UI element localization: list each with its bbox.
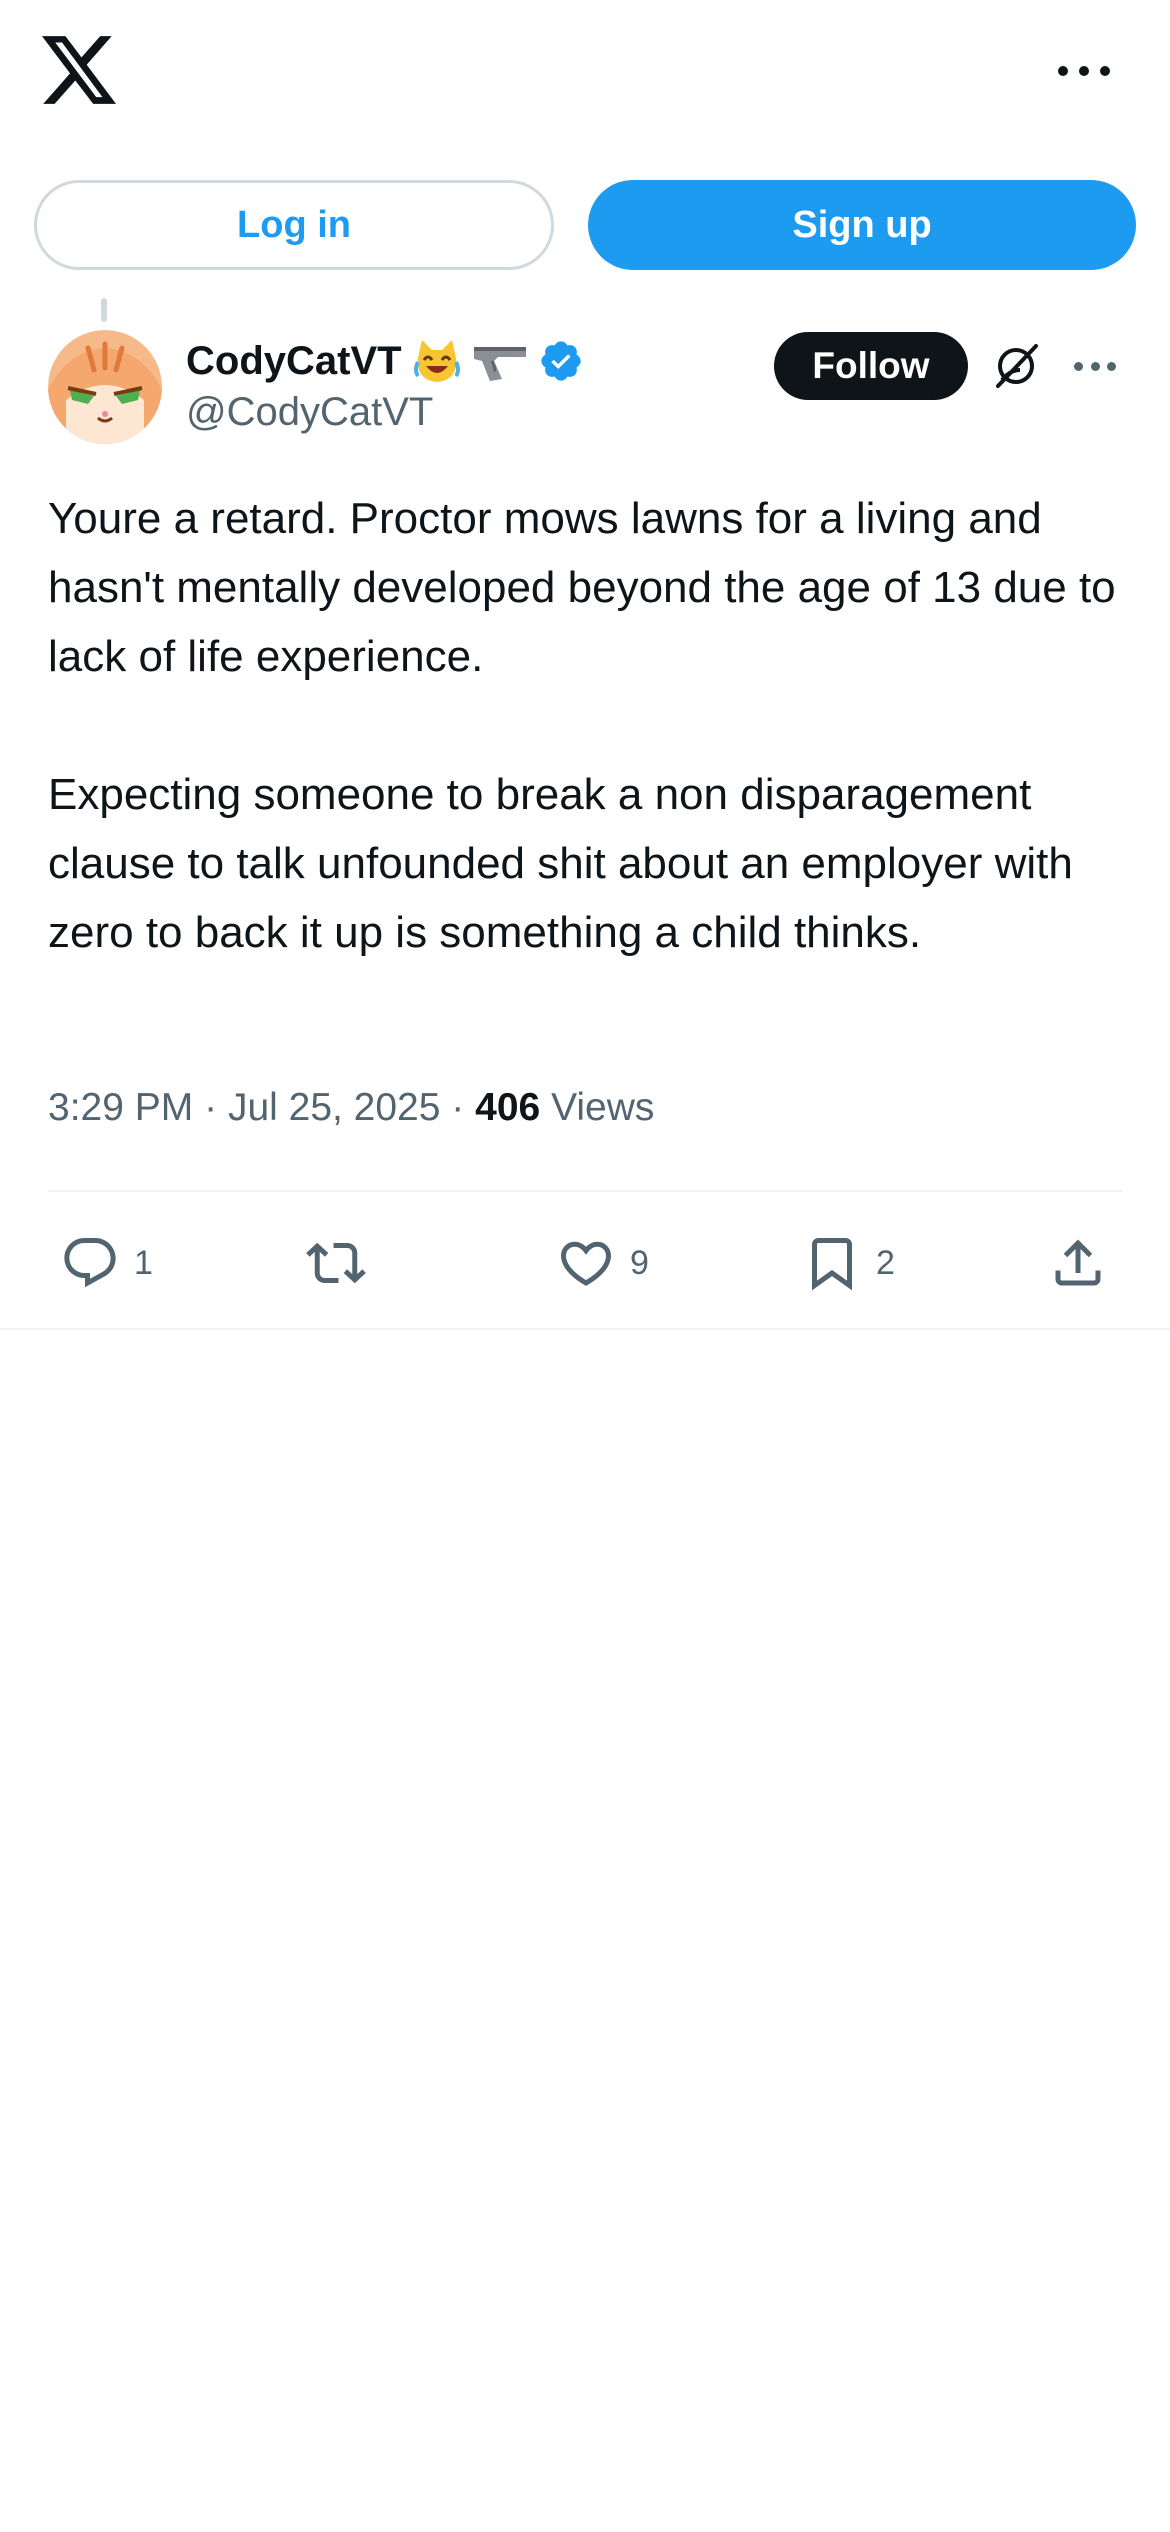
avatar[interactable] <box>48 330 162 444</box>
pistol-emoji-icon <box>473 347 526 381</box>
dot <box>1074 361 1083 371</box>
tweet-paragraph: Youre a retard. Proctor mows lawns for a… <box>48 494 1116 681</box>
repost-icon <box>306 1242 366 1284</box>
share-icon <box>1055 1239 1101 1286</box>
divider <box>48 1190 1122 1192</box>
crying-laughing-cat-emoji-icon <box>413 340 460 382</box>
follow-button[interactable]: Follow <box>774 332 968 400</box>
tweet-date[interactable]: Jul 25, 2025 <box>228 1086 441 1129</box>
repost-button[interactable] <box>306 1218 380 1308</box>
x-logo-icon[interactable] <box>42 36 116 104</box>
like-count: 9 <box>630 1243 649 1282</box>
top-bar <box>0 0 1170 150</box>
tweet-paragraph: Expecting someone to break a non dispara… <box>48 770 1073 957</box>
tweet-more-options-icon[interactable] <box>1074 360 1116 372</box>
reply-count: 1 <box>134 1243 153 1282</box>
tweet-time[interactable]: 3:29 PM <box>48 1086 193 1129</box>
author-name-row: CodyCatVT <box>186 330 584 392</box>
cat-avatar-image <box>48 330 162 444</box>
tweet-text: Youre a retard. Proctor mows lawns for a… <box>48 484 1128 967</box>
tweet-actions-bar: 1 9 2 <box>0 1218 1170 1308</box>
heart-icon <box>560 1241 612 1286</box>
share-button[interactable] <box>1048 1218 1108 1308</box>
grok-icon[interactable] <box>990 340 1042 392</box>
like-button[interactable]: 9 <box>556 1218 649 1308</box>
display-name[interactable]: CodyCatVT <box>186 339 402 384</box>
sign-up-button[interactable]: Sign up <box>588 180 1136 270</box>
views-count: 406 <box>475 1086 541 1129</box>
dot <box>1079 66 1089 76</box>
meta-separator: · <box>204 1086 218 1129</box>
dot <box>1100 66 1110 76</box>
thread-connector-line <box>101 298 107 322</box>
author-handle[interactable]: @CodyCatVT <box>186 390 433 435</box>
dot <box>1090 361 1100 371</box>
dot <box>1058 66 1068 76</box>
reply-icon <box>64 1238 116 1288</box>
tweet-meta: 3:29 PM · Jul 25, 2025 · 406 Views <box>48 1086 654 1130</box>
log-in-button[interactable]: Log in <box>34 180 554 270</box>
views-label: Views <box>551 1086 655 1129</box>
bookmark-button[interactable]: 2 <box>802 1218 895 1308</box>
reply-button[interactable]: 1 <box>60 1218 153 1308</box>
bookmark-count: 2 <box>876 1243 895 1282</box>
dot <box>1107 361 1116 371</box>
divider <box>0 1328 1170 1330</box>
meta-separator: · <box>451 1086 465 1129</box>
verified-badge-icon <box>540 341 581 381</box>
more-horizontal-icon[interactable] <box>1058 56 1110 86</box>
bookmark-icon <box>812 1238 852 1291</box>
